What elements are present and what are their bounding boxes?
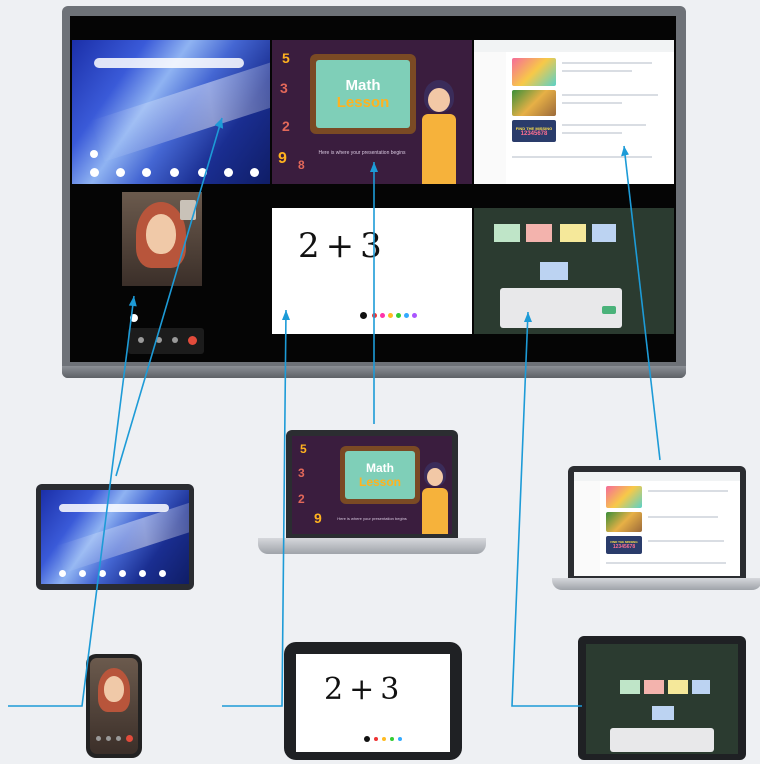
arrowhead [524,312,532,322]
connector-android-stickyboard [511,311,582,707]
arrowhead [128,296,137,307]
connector-tablet-home [115,117,223,477]
arrowhead [282,310,290,320]
arrowhead [621,146,629,157]
connector-phone-videocall [8,295,135,707]
arrowhead [370,162,378,172]
arrowhead [214,118,224,129]
connector-macbook-browser [623,145,661,461]
connector-ipad-whiteboard [222,309,287,707]
connector-lines [8,117,661,707]
